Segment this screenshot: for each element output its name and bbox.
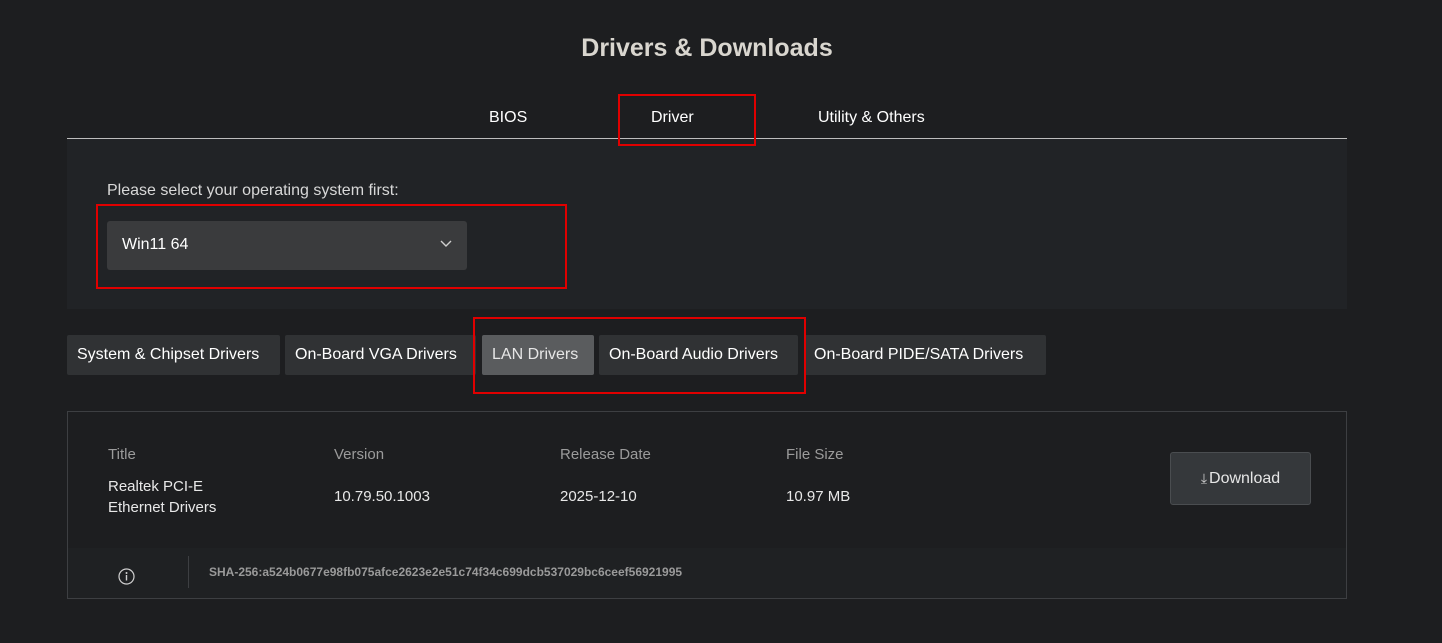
- column-header-version: Version: [334, 446, 385, 463]
- category-onboard-vga-drivers[interactable]: On-Board VGA Drivers: [285, 335, 476, 375]
- category-lan-drivers[interactable]: LAN Drivers: [482, 335, 594, 375]
- checksum-divider: [188, 556, 189, 588]
- drivers-downloads-page: Drivers & Downloads BIOS Driver Utility …: [0, 0, 1442, 643]
- driver-version: 10.79.50.1003: [334, 488, 430, 505]
- chevron-down-icon: [440, 240, 452, 247]
- column-header-release-date: Release Date: [560, 446, 651, 463]
- info-icon[interactable]: [118, 568, 135, 585]
- column-header-title: Title: [108, 446, 136, 463]
- tab-bios[interactable]: BIOS: [489, 109, 527, 127]
- driver-release-date: 2025-12-10: [560, 488, 637, 505]
- download-arrow-icon: ⤓: [1200, 470, 1208, 486]
- sha256-checksum: SHA-256:a524b0677e98fb075afce2623e2e51c7…: [209, 565, 683, 579]
- os-select-dropdown[interactable]: Win11 64: [107, 221, 467, 270]
- driver-entry-card: Title Version Release Date File Size Rea…: [67, 411, 1347, 599]
- category-onboard-pide-sata-drivers[interactable]: On-Board PIDE/SATA Drivers: [804, 335, 1046, 375]
- download-button[interactable]: ⤓ Download: [1170, 452, 1311, 505]
- tab-utility-others[interactable]: Utility & Others: [818, 109, 925, 127]
- column-header-file-size: File Size: [786, 446, 844, 463]
- category-onboard-audio-drivers[interactable]: On-Board Audio Drivers: [599, 335, 798, 375]
- download-button-label: Download: [1209, 469, 1281, 487]
- os-select-value: Win11 64: [122, 236, 189, 253]
- os-selection-panel: Please select your operating system firs…: [67, 139, 1347, 309]
- download-type-tabs: BIOS Driver Utility & Others: [0, 0, 1442, 140]
- driver-file-size: 10.97 MB: [786, 488, 851, 505]
- checksum-row: SHA-256:a524b0677e98fb075afce2623e2e51c7…: [68, 548, 1346, 598]
- driver-title: Realtek PCI-E Ethernet Drivers: [108, 478, 217, 516]
- category-system-chipset-drivers[interactable]: System & Chipset Drivers: [67, 335, 280, 375]
- os-select-label: Please select your operating system firs…: [107, 182, 399, 199]
- tab-driver[interactable]: Driver: [651, 109, 694, 127]
